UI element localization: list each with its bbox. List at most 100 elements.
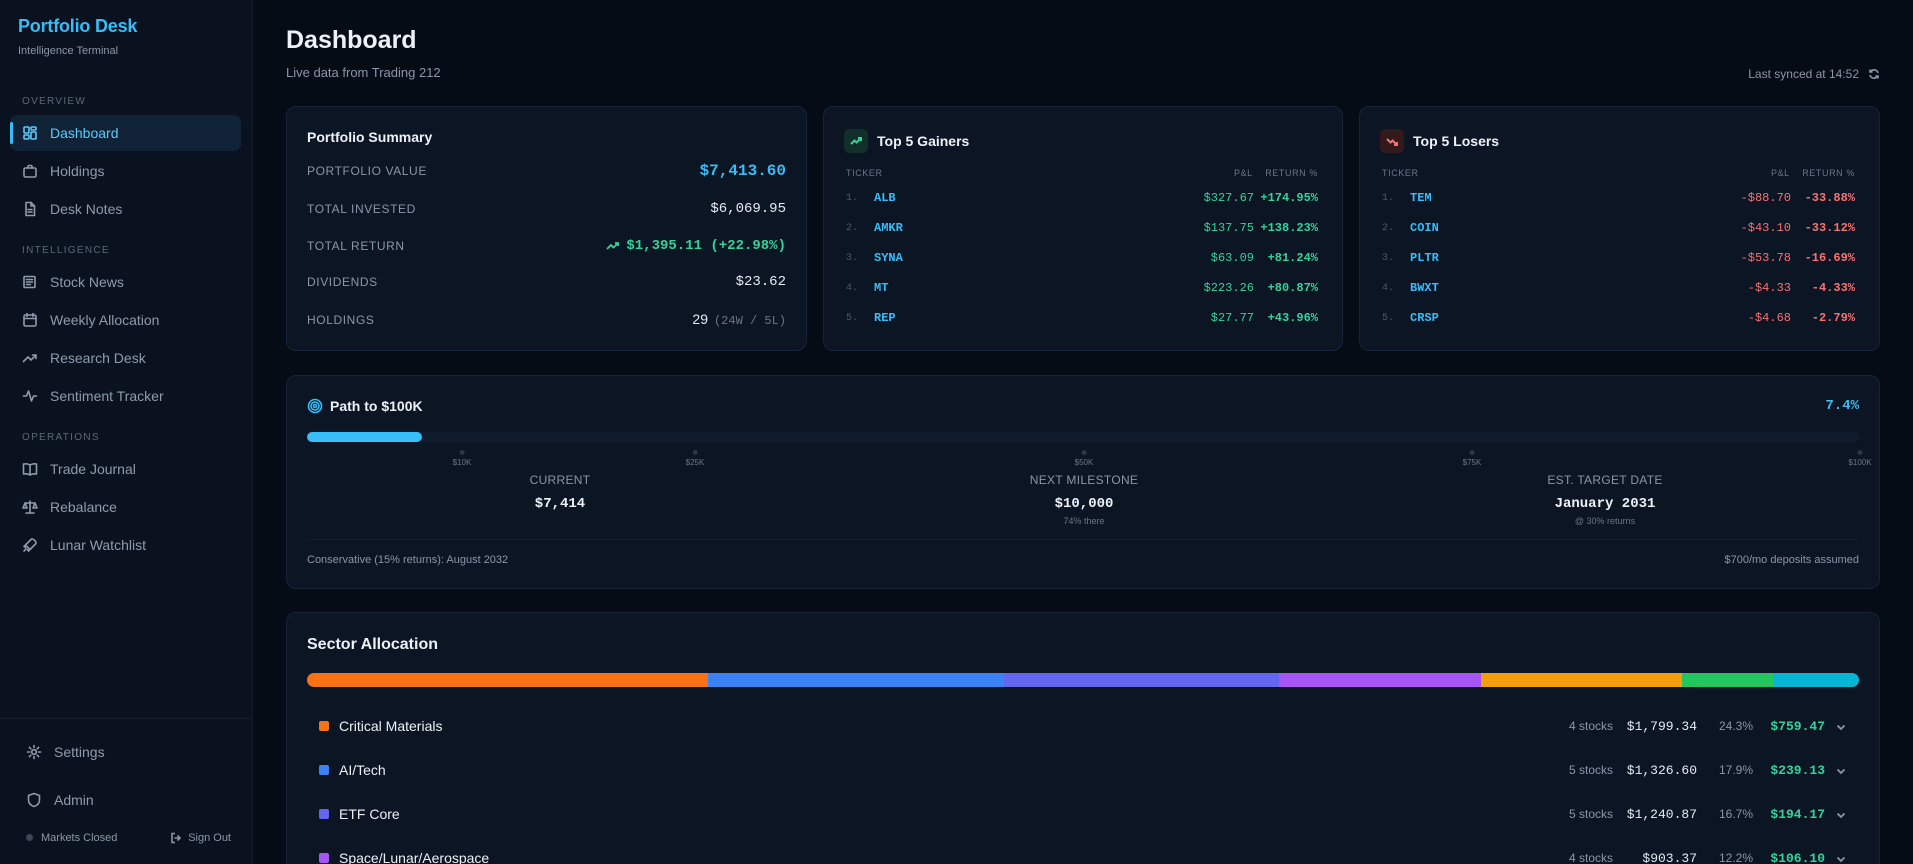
- card-title: Top 5 Losers: [1380, 129, 1499, 153]
- sector-stock-count: 5 stocks: [1568, 807, 1613, 821]
- brand: Portfolio Desk Intelligence Terminal: [18, 16, 137, 57]
- page-title: Dashboard: [286, 26, 417, 54]
- stat-value: $7,414: [534, 496, 586, 512]
- table-row[interactable]: 3. PLTR -$53.78 -16.69%: [1382, 251, 1855, 271]
- table-row[interactable]: 4. BWXT -$4.33 -4.33%: [1382, 281, 1855, 301]
- pl-value: $27.77: [1210, 311, 1254, 325]
- ticker[interactable]: MT: [874, 281, 888, 295]
- ticker[interactable]: AMKR: [874, 221, 903, 235]
- ticker[interactable]: REP: [874, 311, 896, 325]
- sidebar-item-lunar-watchlist[interactable]: Lunar Watchlist: [10, 527, 241, 563]
- divider: [307, 539, 1859, 540]
- sector-value: $1,240.87: [1626, 806, 1697, 822]
- row-index: 5.: [846, 313, 859, 324]
- ticker[interactable]: COIN: [1410, 221, 1439, 235]
- sector-stock-count: 4 stocks: [1568, 719, 1613, 733]
- summary-row-holdings: HOLDINGS 29 (24W / 5L): [307, 311, 786, 328]
- sidebar-item-trade-journal[interactable]: Trade Journal: [10, 451, 241, 487]
- chevron-down-icon[interactable]: [1835, 852, 1847, 864]
- sidebar-item-desk-notes[interactable]: Desk Notes: [10, 191, 241, 227]
- sidebar-item-rebalance[interactable]: Rebalance: [10, 489, 241, 525]
- chevron-down-icon[interactable]: [1835, 808, 1847, 820]
- status-dot-icon: [26, 834, 33, 841]
- row-index: 3.: [846, 253, 859, 264]
- app-title[interactable]: Portfolio Desk: [18, 16, 137, 37]
- sidebar-item-label: Dashboard: [50, 125, 119, 141]
- sector-stock-count: 4 stocks: [1568, 851, 1613, 864]
- sidebar-item-label: Sentiment Tracker: [50, 388, 164, 404]
- ticker[interactable]: TEM: [1410, 191, 1432, 205]
- gainers-title: Top 5 Gainers: [877, 133, 970, 149]
- sector-row-space-lunar-aerospace[interactable]: Space/Lunar/Aerospace 4 stocks $903.37 1…: [319, 848, 1847, 864]
- table-row[interactable]: 5. CRSP -$4.68 -2.79%: [1382, 311, 1855, 331]
- summary-label: TOTAL INVESTED: [307, 202, 416, 216]
- return-value: +80.87%: [1267, 281, 1318, 295]
- milestone-tick: $10K: [453, 450, 471, 467]
- ticker[interactable]: SYNA: [874, 251, 903, 265]
- market-status-label: Markets Closed: [41, 832, 118, 844]
- pl-value: -$43.10: [1740, 221, 1791, 235]
- ticker[interactable]: PLTR: [1410, 251, 1439, 265]
- row-index: 1.: [1382, 193, 1395, 204]
- settings-link[interactable]: Settings: [26, 744, 105, 760]
- table-row[interactable]: 2. COIN -$43.10 -33.12%: [1382, 221, 1855, 241]
- sector-stats: 4 stocks $903.37 12.2% $106.10: [1569, 848, 1847, 864]
- table-row[interactable]: 2. AMKR $137.75 +138.23%: [846, 221, 1318, 241]
- sidebar-item-label: Trade Journal: [50, 461, 136, 477]
- holdings-count: 29: [692, 311, 708, 327]
- sign-out-button[interactable]: Sign Out: [170, 832, 231, 844]
- sidebar-item-holdings[interactable]: Holdings: [10, 153, 241, 189]
- losers-title: Top 5 Losers: [1413, 133, 1500, 149]
- sidebar-item-weekly-allocation[interactable]: Weekly Allocation: [10, 302, 241, 338]
- sidebar-item-label: Stock News: [50, 274, 124, 290]
- sign-out-label: Sign Out: [188, 832, 231, 844]
- sector-row-critical-materials[interactable]: Critical Materials 4 stocks $1,799.34 24…: [319, 716, 1847, 736]
- row-index: 5.: [1382, 313, 1395, 324]
- sector-row-etf-core[interactable]: ETF Core 5 stocks $1,240.87 16.7% $194.1…: [319, 804, 1847, 824]
- card-title: Top 5 Gainers: [844, 129, 969, 153]
- milestone-tick: $75K: [1463, 450, 1481, 467]
- sector-color-swatch: [319, 721, 329, 731]
- sector-bar-segment: [1279, 673, 1481, 687]
- table-row[interactable]: 5. REP $27.77 +43.96%: [846, 311, 1318, 331]
- ticker[interactable]: CRSP: [1410, 311, 1439, 325]
- table-row[interactable]: 3. SYNA $63.09 +81.24%: [846, 251, 1318, 271]
- portfolio-value: $7,413.60: [699, 162, 786, 180]
- sector-row-ai-tech[interactable]: AI/Tech 5 stocks $1,326.60 17.9% $239.13: [319, 760, 1847, 780]
- path-title: Path to $100K: [330, 398, 423, 414]
- sidebar-item-sentiment-tracker[interactable]: Sentiment Tracker: [10, 378, 241, 414]
- col-return-label: RETURN %: [1802, 168, 1855, 178]
- return-value: -16.69%: [1804, 251, 1855, 265]
- gear-icon: [26, 744, 42, 760]
- sidebar-item-dashboard[interactable]: Dashboard: [10, 115, 241, 151]
- newspaper-icon: [22, 274, 38, 290]
- table-row[interactable]: 1. ALB $327.67 +174.95%: [846, 191, 1318, 211]
- sidebar: Portfolio Desk Intelligence Terminal OVE…: [0, 0, 253, 864]
- ticker[interactable]: BWXT: [1410, 281, 1439, 295]
- admin-link[interactable]: Admin: [26, 792, 94, 808]
- return-value: -33.12%: [1804, 221, 1855, 235]
- stat-value: January 2031: [1554, 496, 1656, 512]
- refresh-icon[interactable]: [1868, 68, 1880, 80]
- sidebar-item-research-desk[interactable]: Research Desk: [10, 340, 241, 376]
- sidebar-item-stock-news[interactable]: Stock News: [10, 264, 241, 300]
- sector-allocation-bar: [307, 673, 1859, 687]
- book-icon: [22, 461, 38, 477]
- total-invested-value: $6,069.95: [710, 201, 786, 217]
- path-progress-percent: 7.4%: [1825, 398, 1859, 414]
- ticker[interactable]: ALB: [874, 191, 896, 205]
- chevron-down-icon[interactable]: [1835, 720, 1847, 732]
- sector-color-swatch: [319, 853, 329, 863]
- table-row[interactable]: 1. TEM -$88.70 -33.88%: [1382, 191, 1855, 211]
- table-row[interactable]: 4. MT $223.26 +80.87%: [846, 281, 1318, 301]
- return-value: +174.95%: [1260, 191, 1318, 205]
- return-value: -2.79%: [1811, 311, 1855, 325]
- col-return-label: RETURN %: [1265, 168, 1318, 178]
- next-milestone-stat: NEXT MILESTONE $10,000 74% there: [1030, 473, 1138, 526]
- sector-gain: $759.47: [1770, 718, 1825, 734]
- chevron-down-icon[interactable]: [1835, 764, 1847, 776]
- status-row: Markets Closed Sign Out: [26, 832, 231, 844]
- sidebar-item-label: Weekly Allocation: [50, 312, 160, 328]
- sector-bar-segment: [1773, 673, 1859, 687]
- sidebar-item-label: Research Desk: [50, 350, 146, 366]
